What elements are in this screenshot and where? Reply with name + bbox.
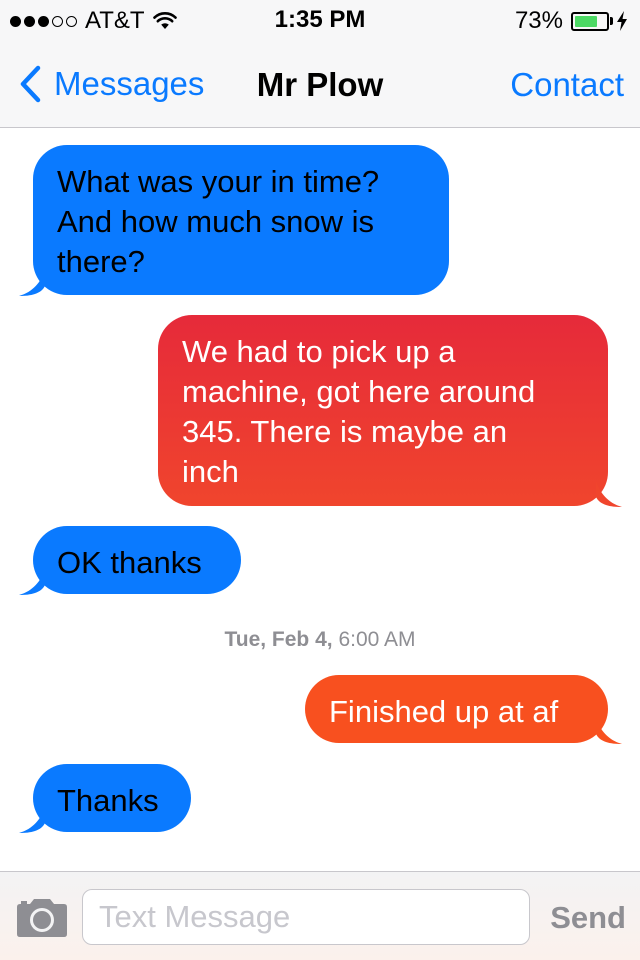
back-button-label: Messages bbox=[54, 65, 205, 102]
incoming-message-bubble[interactable]: Thanks bbox=[33, 764, 191, 832]
navigation-bar: Messages Mr Plow Contact bbox=[0, 40, 640, 128]
send-button[interactable]: Send bbox=[550, 900, 626, 936]
message-line: Thanks bbox=[57, 783, 159, 818]
incoming-message-bubble[interactable]: What was your in time? And how much snow… bbox=[33, 145, 449, 295]
bubble-tail bbox=[19, 807, 45, 833]
message-line: And how much snow is bbox=[57, 204, 375, 239]
text-message-input[interactable] bbox=[82, 889, 530, 945]
battery-icon bbox=[571, 11, 609, 31]
message-line: inch bbox=[182, 454, 239, 489]
contact-button[interactable]: Contact bbox=[510, 66, 624, 104]
message-input-bar: Send bbox=[0, 871, 640, 960]
camera-icon[interactable] bbox=[16, 898, 68, 938]
incoming-message-bubble[interactable]: OK thanks bbox=[33, 526, 241, 594]
bubble-tail bbox=[19, 270, 45, 296]
battery-fill bbox=[575, 15, 597, 27]
outgoing-message-bubble[interactable]: We had to pick up a machine, got here ar… bbox=[158, 315, 608, 506]
bubble-tail bbox=[19, 569, 45, 595]
bubble-tail bbox=[596, 481, 622, 507]
status-bar: AT&T 1:35 PM 73% bbox=[0, 0, 640, 40]
message-timestamp: Tue, Feb 4, 6:00 AM bbox=[0, 628, 640, 652]
message-line: there? bbox=[57, 244, 145, 279]
battery-nub bbox=[610, 17, 613, 25]
timestamp-time: 6:00 AM bbox=[338, 628, 416, 651]
status-right: 73% bbox=[515, 7, 628, 35]
outgoing-message-bubble[interactable]: Finished up at af bbox=[305, 675, 608, 743]
message-line: 345. There is maybe an bbox=[182, 414, 508, 449]
message-line: Finished up at af bbox=[329, 694, 559, 729]
timestamp-day: Tue, Feb 4, bbox=[224, 628, 333, 651]
battery-percent: 73% bbox=[514, 7, 563, 34]
chevron-left-icon bbox=[20, 65, 41, 103]
message-line: What was your in time? bbox=[57, 164, 380, 199]
bubble-tail bbox=[596, 718, 622, 744]
message-line: We had to pick up a bbox=[182, 334, 456, 369]
back-button[interactable]: Messages bbox=[18, 65, 204, 103]
message-thread[interactable]: What was your in time? And how much snow… bbox=[0, 129, 640, 871]
message-line: OK thanks bbox=[57, 545, 202, 580]
message-line: machine, got here around bbox=[182, 374, 536, 409]
charging-bolt-icon bbox=[617, 11, 627, 31]
